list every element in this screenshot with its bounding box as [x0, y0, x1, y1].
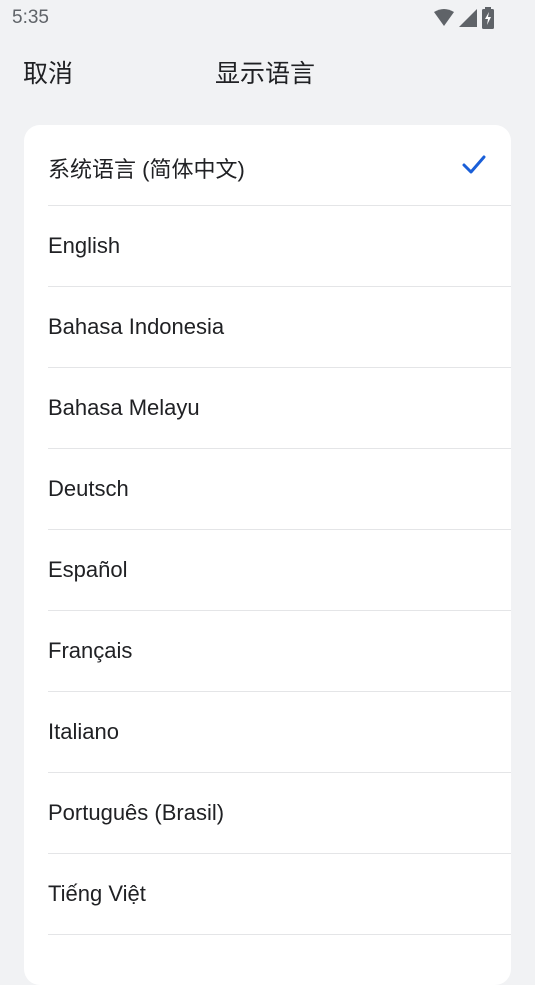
- language-option[interactable]: Bahasa Melayu: [48, 368, 511, 449]
- language-option[interactable]: Bahasa Indonesia: [48, 287, 511, 368]
- cell-signal-icon: [459, 9, 477, 27]
- language-option[interactable]: English: [48, 206, 511, 287]
- language-option-label: Français: [48, 638, 133, 663]
- language-option-label: Deutsch: [48, 476, 129, 501]
- language-option-label: Bahasa Melayu: [48, 395, 200, 420]
- status-bar: 5:35: [0, 0, 535, 38]
- language-option[interactable]: Italiano: [48, 692, 511, 773]
- status-icons: [433, 7, 495, 29]
- wifi-icon: [434, 9, 454, 26]
- language-option-label: English: [48, 233, 121, 258]
- language-option[interactable]: Español: [48, 530, 511, 611]
- language-option[interactable]: Português (Brasil): [48, 773, 511, 854]
- page-title: 显示语言: [215, 60, 316, 88]
- header: 取消 显示语言: [0, 48, 535, 92]
- status-time: 5:35: [12, 7, 49, 28]
- language-option-label: 系统语言 (简体中文): [48, 157, 245, 182]
- language-option[interactable]: Tiếng Việt: [48, 854, 511, 935]
- language-option[interactable]: Français: [48, 611, 511, 692]
- language-list: 系统语言 (简体中文) English Bahasa Indonesia Bahasa…: [24, 125, 511, 935]
- battery-charging-icon: [482, 7, 494, 29]
- cancel-button[interactable]: 取消: [23, 54, 73, 90]
- language-option-label: Português (Brasil): [48, 800, 225, 825]
- language-option[interactable]: Deutsch: [48, 449, 511, 530]
- language-option[interactable]: 系统语言 (简体中文): [48, 125, 511, 206]
- language-option-label: Italiano: [48, 719, 119, 744]
- language-list-card: 系统语言 (简体中文) English Bahasa Indonesia Bahasa…: [24, 125, 511, 985]
- language-option-label: Tiếng Việt: [48, 881, 146, 906]
- language-option-label: Bahasa Indonesia: [48, 314, 225, 339]
- checkmark-icon: [462, 155, 486, 174]
- language-option-label: Español: [48, 557, 128, 582]
